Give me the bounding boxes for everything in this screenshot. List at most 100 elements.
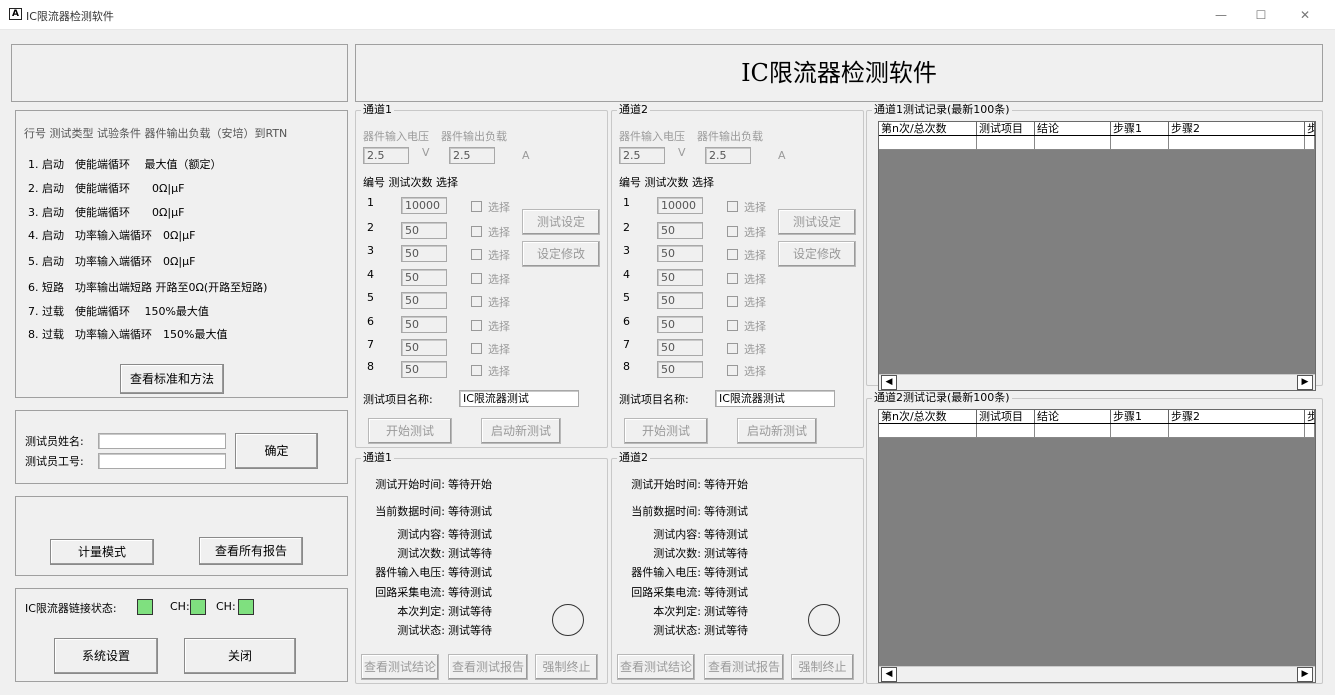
test-count-field[interactable]: 10000 <box>401 197 447 214</box>
select-checkbox[interactable] <box>471 296 482 307</box>
test-count-field[interactable]: 50 <box>657 292 703 309</box>
select-checkbox[interactable] <box>727 296 738 307</box>
minimize-button[interactable]: — <box>1206 4 1236 26</box>
standard-row: 1. 启动 使能端循环 最大值（额定） <box>28 158 222 171</box>
select-checkbox[interactable] <box>471 343 482 354</box>
view-report-button[interactable]: 查看测试报告 <box>448 654 528 680</box>
column-header[interactable]: 步 <box>1305 122 1315 135</box>
ch1-label: CH: <box>170 600 190 613</box>
status-value: 等待测试 <box>448 505 492 518</box>
column-header[interactable]: 步 <box>1305 410 1315 423</box>
column-header[interactable]: 第n次/总次数 <box>879 122 977 135</box>
start-test-button[interactable]: 开始测试 <box>624 418 708 444</box>
select-checkbox[interactable] <box>727 249 738 260</box>
view-result-button[interactable]: 查看测试结论 <box>361 654 439 680</box>
status-value: 等待测试 <box>704 528 748 541</box>
select-checkbox[interactable] <box>471 273 482 284</box>
table-cell <box>1305 136 1315 149</box>
scroll-left-icon[interactable]: ◀ <box>881 667 897 682</box>
test-count-field[interactable]: 50 <box>401 316 447 333</box>
confirm-button[interactable]: 确定 <box>235 433 318 469</box>
modify-setting-button[interactable]: 设定修改 <box>778 241 856 267</box>
test-count-field[interactable]: 50 <box>401 269 447 286</box>
select-checkbox[interactable] <box>727 343 738 354</box>
test-setting-button[interactable]: 测试设定 <box>778 209 856 235</box>
item-name-field[interactable]: IC限流器测试 <box>715 390 835 407</box>
select-checkbox[interactable] <box>471 201 482 212</box>
select-checkbox[interactable] <box>471 365 482 376</box>
select-checkbox[interactable] <box>727 273 738 284</box>
output-load-field[interactable]: 2.5 <box>449 147 495 164</box>
tester-name-input[interactable] <box>98 433 226 449</box>
status-value: 测试等待 <box>448 605 492 618</box>
input-voltage-field[interactable]: 2.5 <box>363 147 409 164</box>
standards-header: 行号 测试类型 试验条件 器件输出负载（安培）到RTN <box>24 127 288 140</box>
close-window-button[interactable]: ✕ <box>1290 4 1320 26</box>
force-stop-button[interactable]: 强制终止 <box>791 654 854 680</box>
select-checkbox[interactable] <box>471 320 482 331</box>
test-count-field[interactable]: 50 <box>401 292 447 309</box>
select-checkbox[interactable] <box>727 365 738 376</box>
column-header[interactable]: 结论 <box>1035 122 1111 135</box>
test-count-field[interactable]: 50 <box>657 361 703 378</box>
select-checkbox[interactable] <box>727 226 738 237</box>
system-settings-button[interactable]: 系统设置 <box>54 638 158 674</box>
horizontal-scrollbar[interactable]: ◀ ▶ <box>879 374 1315 390</box>
scroll-right-icon[interactable]: ▶ <box>1297 667 1313 682</box>
column-header[interactable]: 步骤2 <box>1169 410 1305 423</box>
metering-mode-button[interactable]: 计量模式 <box>50 539 154 565</box>
horizontal-scrollbar[interactable]: ◀ ▶ <box>879 666 1315 682</box>
select-label: 选择 <box>744 201 766 214</box>
test-count-field[interactable]: 50 <box>401 245 447 262</box>
new-test-button[interactable]: 启动新测试 <box>481 418 561 444</box>
scroll-right-icon[interactable]: ▶ <box>1297 375 1313 390</box>
status-value: 等待测试 <box>448 566 492 579</box>
start-test-button[interactable]: 开始测试 <box>368 418 452 444</box>
view-report-button[interactable]: 查看测试报告 <box>704 654 784 680</box>
test-count-field[interactable]: 50 <box>657 269 703 286</box>
select-label: 选择 <box>744 249 766 262</box>
test-count-field[interactable]: 50 <box>657 222 703 239</box>
force-stop-button[interactable]: 强制终止 <box>535 654 598 680</box>
standard-row: 5. 启动 功率输入端循环 0Ω|μF <box>28 255 196 268</box>
test-count-field[interactable]: 10000 <box>657 197 703 214</box>
test-setting-button[interactable]: 测试设定 <box>522 209 600 235</box>
row-number: 4 <box>367 268 374 281</box>
select-label: 选择 <box>744 296 766 309</box>
column-header[interactable]: 步骤1 <box>1111 122 1169 135</box>
input-voltage-field[interactable]: 2.5 <box>619 147 665 164</box>
test-count-field[interactable]: 50 <box>657 245 703 262</box>
item-name-field[interactable]: IC限流器测试 <box>459 390 579 407</box>
ch1-status-led <box>190 599 206 615</box>
column-header[interactable]: 步骤1 <box>1111 410 1169 423</box>
maximize-button[interactable]: ☐ <box>1246 4 1276 26</box>
select-checkbox[interactable] <box>471 226 482 237</box>
output-load-field[interactable]: 2.5 <box>705 147 751 164</box>
select-checkbox[interactable] <box>471 249 482 260</box>
new-test-button[interactable]: 启动新测试 <box>737 418 817 444</box>
column-header[interactable]: 测试项目 <box>977 410 1035 423</box>
column-header[interactable]: 结论 <box>1035 410 1111 423</box>
scroll-left-icon[interactable]: ◀ <box>881 375 897 390</box>
test-count-field[interactable]: 50 <box>401 361 447 378</box>
view-result-button[interactable]: 查看测试结论 <box>617 654 695 680</box>
tester-id-input[interactable] <box>98 453 226 469</box>
column-header[interactable]: 第n次/总次数 <box>879 410 977 423</box>
select-label: 选择 <box>488 320 510 333</box>
modify-setting-button[interactable]: 设定修改 <box>522 241 600 267</box>
test-count-field[interactable]: 50 <box>401 222 447 239</box>
view-standards-button[interactable]: 查看标准和方法 <box>120 364 224 394</box>
test-count-field[interactable]: 50 <box>401 339 447 356</box>
column-header[interactable]: 步骤2 <box>1169 122 1305 135</box>
close-button[interactable]: 关闭 <box>184 638 296 674</box>
status-value: 等待测试 <box>704 586 748 599</box>
test-count-field[interactable]: 50 <box>657 339 703 356</box>
column-header[interactable]: 测试项目 <box>977 122 1035 135</box>
table-cell <box>1111 424 1169 437</box>
test-count-field[interactable]: 50 <box>657 316 703 333</box>
select-checkbox[interactable] <box>727 201 738 212</box>
select-checkbox[interactable] <box>727 320 738 331</box>
status-value: 等待测试 <box>704 566 748 579</box>
status-value: 测试等待 <box>704 605 748 618</box>
all-reports-button[interactable]: 查看所有报告 <box>199 537 303 565</box>
